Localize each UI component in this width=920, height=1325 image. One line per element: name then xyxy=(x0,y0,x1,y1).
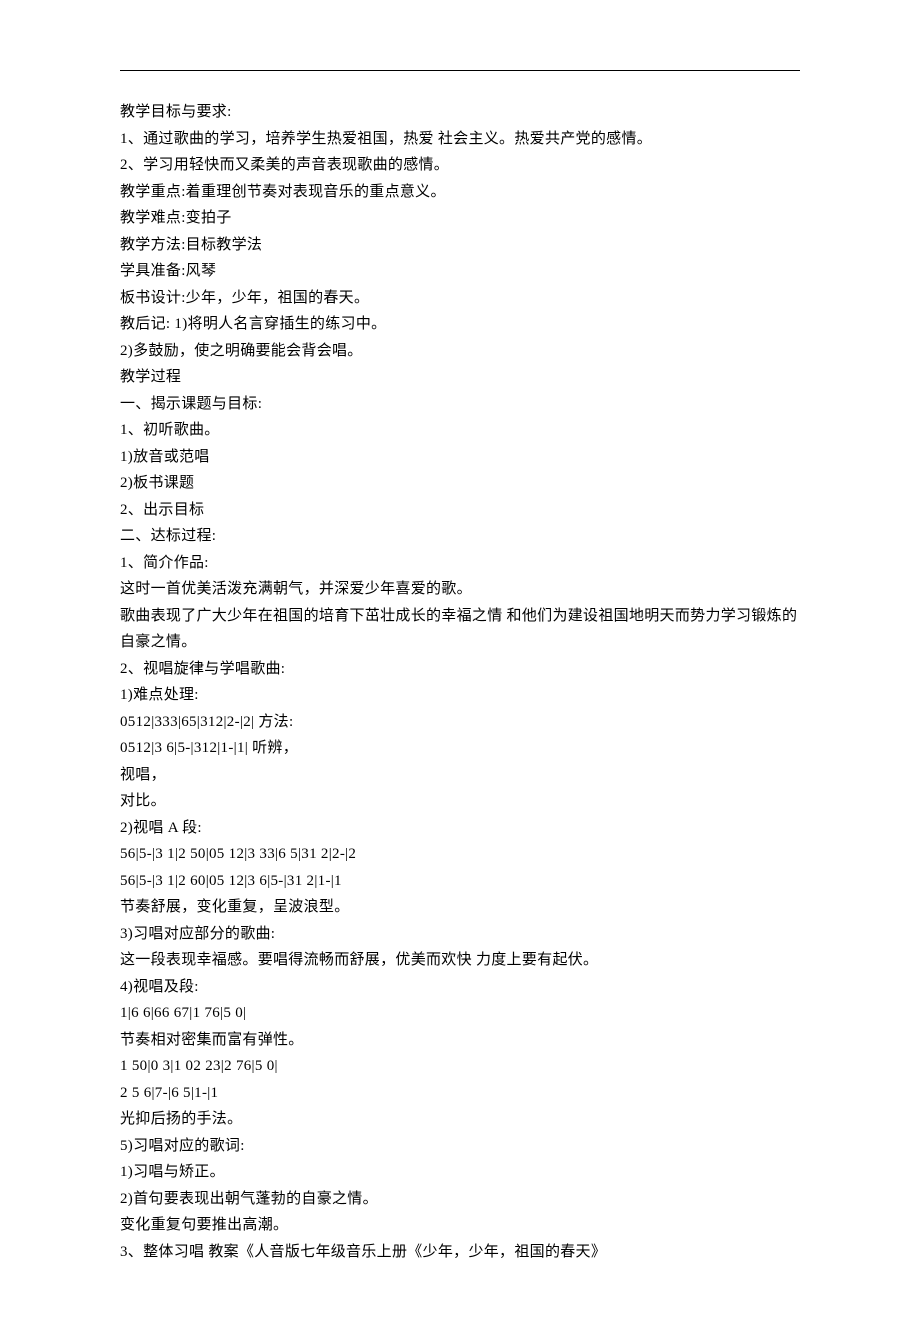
text-line: 1、简介作品: xyxy=(120,550,800,577)
text-line: 2、出示目标 xyxy=(120,497,800,524)
text-line: 节奏相对密集而富有弹性。 xyxy=(120,1027,800,1054)
text-line: 2)首句要表现出朝气蓬勃的自豪之情。 xyxy=(120,1186,800,1213)
text-line: 2、视唱旋律与学唱歌曲: xyxy=(120,656,800,683)
text-line: 1|6 6|66 67|1 76|5 0| xyxy=(120,1000,800,1027)
text-line: 3)习唱对应部分的歌曲: xyxy=(120,921,800,948)
text-line: 教学目标与要求: xyxy=(120,99,800,126)
text-line: 3、整体习唱 教案《人音版七年级音乐上册《少年，少年，祖国的春天》 xyxy=(120,1239,800,1266)
text-line: 光抑后扬的手法。 xyxy=(120,1106,800,1133)
text-line: 板书设计:少年，少年，祖国的春天。 xyxy=(120,285,800,312)
text-line: 对比。 xyxy=(120,788,800,815)
text-line: 0512|3 6|5-|312|1-|1| 听辨， xyxy=(120,735,800,762)
text-line: 1)难点处理: xyxy=(120,682,800,709)
text-line: 56|5-|3 1|2 60|05 12|3 6|5-|31 2|1-|1 xyxy=(120,868,800,895)
text-line: 5)习唱对应的歌词: xyxy=(120,1133,800,1160)
text-line: 0512|333|65|312|2-|2| 方法: xyxy=(120,709,800,736)
text-line: 教学过程 xyxy=(120,364,800,391)
text-line: 学具准备:风琴 xyxy=(120,258,800,285)
text-line: 4)视唱及段: xyxy=(120,974,800,1001)
text-line: 1、通过歌曲的学习，培养学生热爱祖国，热爱 社会主义。热爱共产党的感情。 xyxy=(120,126,800,153)
text-line: 2)板书课题 xyxy=(120,470,800,497)
header-rule xyxy=(120,70,800,71)
text-line: 教学难点:变拍子 xyxy=(120,205,800,232)
text-line: 教学重点:着重理创节奏对表现音乐的重点意义。 xyxy=(120,179,800,206)
text-line: 56|5-|3 1|2 50|05 12|3 33|6 5|31 2|2-|2 xyxy=(120,841,800,868)
document-page: 教学目标与要求:1、通过歌曲的学习，培养学生热爱祖国，热爱 社会主义。热爱共产党… xyxy=(0,0,920,1325)
text-line: 教学方法:目标教学法 xyxy=(120,232,800,259)
document-body: 教学目标与要求:1、通过歌曲的学习，培养学生热爱祖国，热爱 社会主义。热爱共产党… xyxy=(120,99,800,1265)
text-line: 2 5 6|7-|6 5|1-|1 xyxy=(120,1080,800,1107)
text-line: 节奏舒展，变化重复，呈波浪型。 xyxy=(120,894,800,921)
text-line: 一、揭示课题与目标: xyxy=(120,391,800,418)
text-line: 2)视唱 A 段: xyxy=(120,815,800,842)
text-line: 视唱， xyxy=(120,762,800,789)
text-line: 1)放音或范唱 xyxy=(120,444,800,471)
text-line: 二、达标过程: xyxy=(120,523,800,550)
text-line: 1)习唱与矫正。 xyxy=(120,1159,800,1186)
text-line: 这一段表现幸福感。要唱得流畅而舒展，优美而欢快 力度上要有起伏。 xyxy=(120,947,800,974)
text-line: 1 50|0 3|1 02 23|2 76|5 0| xyxy=(120,1053,800,1080)
text-line: 1、初听歌曲。 xyxy=(120,417,800,444)
text-line: 变化重复句要推出高潮。 xyxy=(120,1212,800,1239)
text-line: 这时一首优美活泼充满朝气，并深爱少年喜爱的歌。 xyxy=(120,576,800,603)
text-line: 2、学习用轻快而又柔美的声音表现歌曲的感情。 xyxy=(120,152,800,179)
text-line: 歌曲表现了广大少年在祖国的培育下茁壮成长的幸福之情 和他们为建设祖国地明天而势力… xyxy=(120,603,800,656)
text-line: 教后记: 1)将明人名言穿插生的练习中。 xyxy=(120,311,800,338)
text-line: 2)多鼓励，使之明确要能会背会唱。 xyxy=(120,338,800,365)
